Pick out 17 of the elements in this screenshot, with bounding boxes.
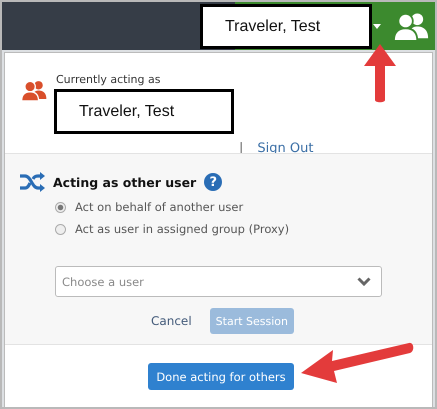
- user-name-label: Traveler, Test: [200, 4, 372, 49]
- cancel-link[interactable]: Cancel: [151, 314, 192, 328]
- radio-label: Act on behalf of another user: [75, 200, 244, 214]
- caret-icon: [373, 24, 381, 28]
- chevron-icon: [357, 277, 371, 286]
- radio-label: Act as user in assigned group (Proxy): [75, 222, 290, 236]
- radio-button[interactable]: [55, 202, 66, 212]
- user-select[interactable]: Choose a user: [55, 266, 382, 297]
- done-button[interactable]: Done acting for others: [148, 363, 294, 390]
- help-button[interactable]: ?: [204, 173, 222, 191]
- radio-button[interactable]: [55, 224, 66, 234]
- shuffle-icon: [19, 172, 45, 192]
- current-user-heading: Currently acting as: [56, 73, 160, 86]
- user-name-label: Traveler, Test: [54, 89, 234, 134]
- users-icon: [393, 10, 429, 42]
- users-icon: [21, 79, 47, 102]
- section-title: Acting as other user: [53, 174, 196, 190]
